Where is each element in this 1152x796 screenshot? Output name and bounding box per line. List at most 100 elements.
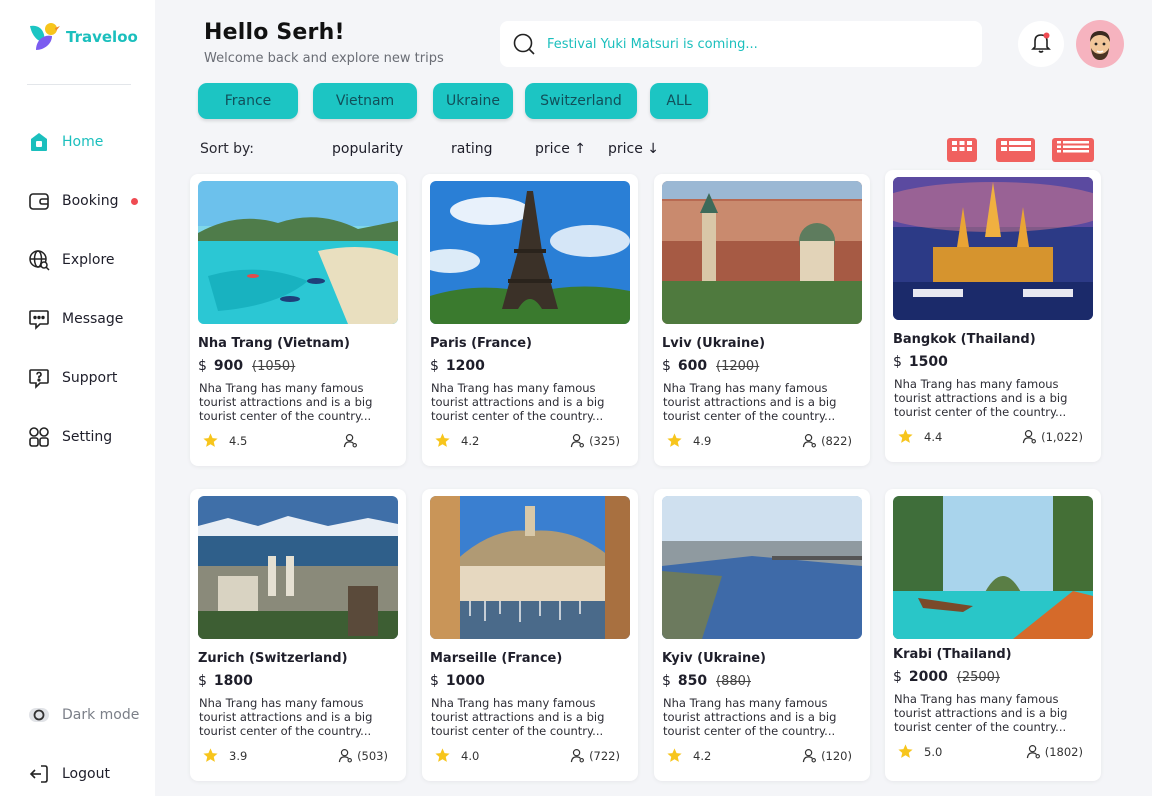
review-count: (822)	[821, 433, 852, 448]
user-icon	[802, 433, 817, 448]
filter-chip-all[interactable]: ALL	[650, 83, 708, 119]
trip-photo	[198, 181, 398, 324]
logout-button[interactable]: Logout	[27, 762, 110, 786]
review-count: (325)	[589, 433, 620, 448]
trip-price: $2000 (2500)	[893, 669, 1000, 685]
trip-description: Nha Trang has many famous tourist attrac…	[663, 696, 837, 738]
notifications-button[interactable]	[1018, 21, 1064, 67]
trip-price: $1200	[430, 358, 485, 374]
review-count: (120)	[821, 748, 852, 763]
list-icon	[1000, 140, 1032, 160]
price-value: 1500	[908, 354, 948, 370]
trip-description: Nha Trang has many famous tourist attrac…	[431, 381, 605, 423]
sidebar-item-support[interactable]: Support	[27, 366, 117, 390]
sidebar-item-label: Support	[62, 370, 118, 386]
trip-rating: 4.4	[897, 428, 942, 445]
filter-chip-switzerland[interactable]: Switzerland	[525, 83, 637, 119]
trip-description: Nha Trang has many famous tourist attrac…	[894, 377, 1068, 419]
list-view-button[interactable]	[996, 138, 1035, 162]
sidebar-item-explore[interactable]: Explore	[27, 248, 115, 272]
star-icon	[897, 428, 914, 445]
sort-rating[interactable]: rating	[451, 141, 492, 157]
trip-photo	[430, 181, 630, 324]
trip-name: Bangkok (Thailand)	[893, 332, 1036, 347]
price-value: 1800	[213, 673, 253, 689]
grid-icon	[951, 140, 973, 160]
trip-description: Nha Trang has many famous tourist attrac…	[894, 692, 1068, 734]
trip-card-marseille[interactable]: Marseille (France) $1000 Nha Trang has m…	[422, 489, 638, 781]
trip-rating: 4.9	[666, 432, 711, 449]
review-count: (722)	[589, 748, 620, 763]
sidebar-item-home[interactable]: Home	[27, 130, 103, 154]
dark-mode-toggle[interactable]: Dark mode	[27, 703, 139, 727]
price-value: 1200	[445, 358, 485, 374]
rating-value: 4.5	[229, 433, 248, 448]
currency: $	[893, 669, 902, 685]
trip-name: Nha Trang (Vietnam)	[198, 336, 350, 351]
currency: $	[198, 358, 207, 374]
review-count: (503)	[357, 748, 388, 763]
sort-price-desc[interactable]: price ↓	[608, 141, 659, 157]
trip-card-zurich[interactable]: Zurich (Switzerland) $1800 Nha Trang has…	[190, 489, 406, 781]
sort-popularity[interactable]: popularity	[332, 141, 403, 157]
sort-price-asc[interactable]: price ↑	[535, 141, 586, 157]
trip-reviews: (1,022)	[1022, 429, 1083, 444]
sidebar-item-message[interactable]: Message	[27, 307, 123, 331]
wallet-icon	[27, 189, 51, 213]
price-value: 850	[677, 673, 708, 689]
page-subtitle: Welcome back and explore new trips	[204, 51, 444, 66]
trip-photo	[893, 177, 1093, 320]
search-input[interactable]	[547, 36, 947, 52]
sidebar-item-booking[interactable]: Booking	[27, 189, 138, 213]
filter-chip-france[interactable]: France	[198, 83, 298, 119]
trip-card-nha-trang[interactable]: Nha Trang (Vietnam) $900 (1050) Nha Tran…	[190, 174, 406, 466]
trip-photo	[198, 496, 398, 639]
price-value: 1000	[445, 673, 485, 689]
sidebar: Traveloo Home Booking Explore Message Su…	[0, 0, 155, 796]
rating-value: 4.2	[461, 433, 480, 448]
filter-chip-ukraine[interactable]: Ukraine	[433, 83, 513, 119]
logout-label: Logout	[62, 766, 110, 782]
grid-view-button[interactable]	[947, 138, 977, 162]
currency: $	[430, 673, 439, 689]
app-name: Traveloo	[66, 28, 138, 46]
trip-photo	[662, 496, 862, 639]
greeting: Hello Serh! Welcome back and explore new…	[204, 20, 444, 66]
trip-reviews: (503)	[338, 748, 388, 763]
compact-list-icon	[1056, 140, 1090, 160]
rating-value: 4.4	[924, 429, 943, 444]
rating-value: 3.9	[229, 748, 248, 763]
compact-list-view-button[interactable]	[1052, 138, 1094, 162]
filter-chip-vietnam[interactable]: Vietnam	[313, 83, 417, 119]
trip-price: $600 (1200)	[662, 358, 759, 374]
old-price: (880)	[716, 674, 751, 689]
rating-value: 4.0	[461, 748, 480, 763]
trip-card-paris[interactable]: Paris (France) $1200 Nha Trang has many …	[422, 174, 638, 466]
sidebar-item-label: Booking	[62, 193, 119, 209]
sidebar-item-setting[interactable]: Setting	[27, 425, 112, 449]
trip-description: Nha Trang has many famous tourist attrac…	[431, 696, 605, 738]
trip-card-krabi[interactable]: Krabi (Thailand) $2000 (2500) Nha Trang …	[885, 489, 1101, 781]
trip-rating: 4.5	[202, 432, 247, 449]
trip-card-bangkok[interactable]: Bangkok (Thailand) $1500 Nha Trang has m…	[885, 170, 1101, 462]
trip-card-lviv[interactable]: Lviv (Ukraine) $600 (1200) Nha Trang has…	[654, 174, 870, 466]
trip-card-kyiv[interactable]: Kyiv (Ukraine) $850 (880) Nha Trang has …	[654, 489, 870, 781]
sort-label: Sort by:	[200, 141, 255, 157]
currency: $	[430, 358, 439, 374]
search-bar[interactable]	[500, 21, 982, 67]
trip-reviews: (120)	[802, 748, 852, 763]
user-icon	[570, 433, 585, 448]
trip-price: $1500	[893, 354, 948, 370]
avatar[interactable]	[1076, 20, 1124, 68]
star-icon	[897, 743, 914, 760]
trip-rating: 3.9	[202, 747, 247, 764]
search-icon	[512, 32, 536, 56]
user-icon	[802, 748, 817, 763]
sidebar-item-label: Message	[62, 311, 124, 327]
trip-name: Zurich (Switzerland)	[198, 651, 348, 666]
sidebar-item-label: Setting	[62, 429, 113, 445]
star-icon	[202, 432, 219, 449]
logo[interactable]: Traveloo	[26, 20, 138, 54]
star-icon	[434, 432, 451, 449]
rating-value: 4.9	[693, 433, 712, 448]
